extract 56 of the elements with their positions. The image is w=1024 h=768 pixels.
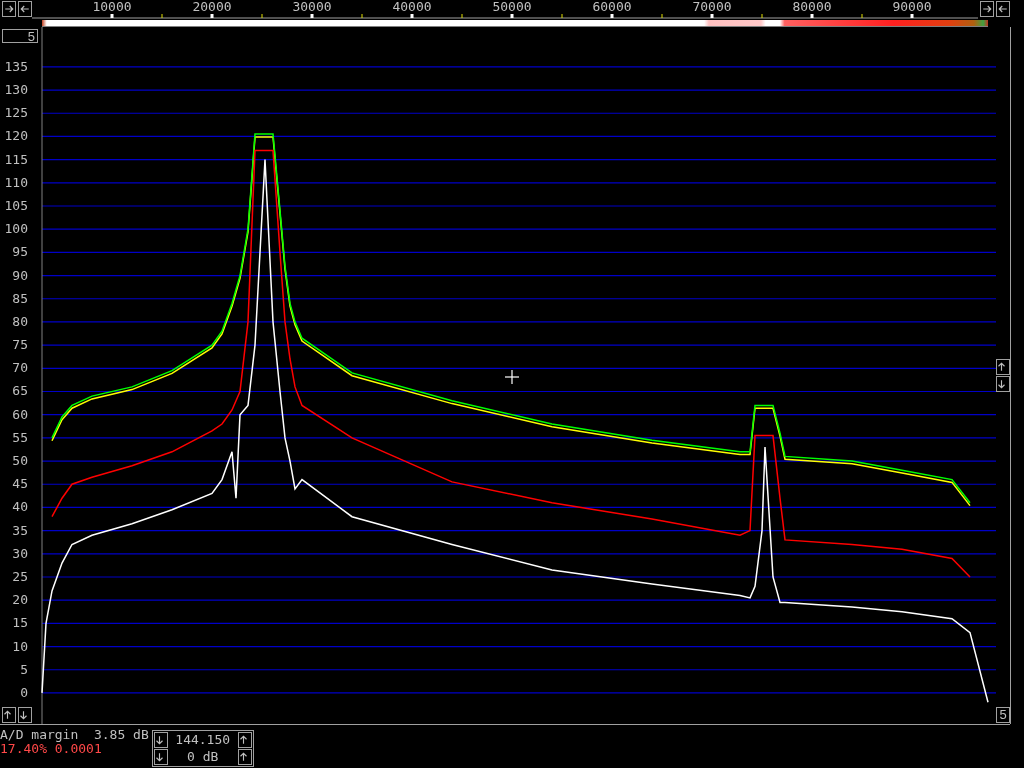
axis-label: 120 (4, 128, 28, 144)
axis-label: 130 (4, 82, 28, 98)
axis-label: 90 (12, 267, 28, 283)
scale-up-button[interactable] (2, 707, 16, 723)
axis-label: 110 (4, 174, 28, 190)
frequency-label: 80000 (792, 0, 832, 14)
gain-down-button[interactable] (153, 749, 168, 765)
axis-label: 105 (4, 198, 28, 213)
axis-label: 75 (12, 337, 28, 353)
frequency-label: 30000 (292, 0, 332, 14)
axis-label: 0 (20, 684, 28, 700)
axis-label: 15 (12, 615, 28, 631)
frequency-label: 70000 (692, 0, 732, 14)
zoom-button[interactable]: 5 (996, 707, 1010, 723)
axis-label: 70 (12, 360, 28, 376)
axis-label: 50 (12, 453, 28, 469)
axis-label: 45 (12, 476, 28, 492)
frequency-label: 90000 (892, 0, 932, 14)
gain-up-button[interactable] (237, 749, 252, 765)
scroll-right-button[interactable] (2, 1, 16, 17)
axis-label: 40 (12, 499, 28, 515)
ad-margin-text: A/D margin 3.85 dB (0, 728, 149, 742)
zoom-button[interactable]: 5 (2, 29, 38, 43)
crosshair-icon (504, 369, 520, 385)
frequency-label: 20000 (192, 0, 232, 14)
axis-label: 65 (12, 383, 28, 399)
axis-label: 60 (12, 406, 28, 422)
frequency-value: 144.150 (174, 732, 232, 748)
level-down-button[interactable] (996, 376, 1010, 392)
axis-label: 30 (12, 545, 28, 561)
axis-label: 35 (12, 522, 28, 538)
gain-value: 0 dB (186, 749, 220, 765)
frequency-up-button[interactable] (237, 732, 252, 748)
frequency-label: 60000 (592, 0, 632, 14)
axis-label: 115 (4, 151, 28, 167)
axis-label: 80 (12, 313, 28, 329)
level-up-button[interactable] (996, 359, 1010, 375)
axis-label: 125 (4, 105, 28, 121)
scroll-left-button[interactable] (18, 1, 32, 17)
scroll-left-button[interactable] (996, 1, 1010, 17)
frequency-label: 40000 (392, 0, 432, 14)
axis-label: 10 (12, 638, 28, 654)
axis-label: 95 (12, 244, 28, 260)
frequency-label: 10000 (92, 0, 132, 14)
axis-label: 100 (4, 221, 28, 237)
stats-text: 17.40% 0.0001 (0, 742, 103, 756)
scroll-right-button[interactable] (980, 1, 994, 17)
axis-label: 25 (12, 569, 28, 584)
axis-label: 135 (4, 58, 28, 74)
axis-label: 85 (12, 290, 28, 306)
axis-label: 20 (12, 592, 28, 608)
frequency-label: 50000 (492, 0, 532, 14)
frequency-down-button[interactable] (153, 732, 168, 748)
axis-label: 55 (12, 429, 28, 445)
axis-label: 5 (20, 661, 28, 677)
scale-down-button[interactable] (18, 707, 32, 723)
